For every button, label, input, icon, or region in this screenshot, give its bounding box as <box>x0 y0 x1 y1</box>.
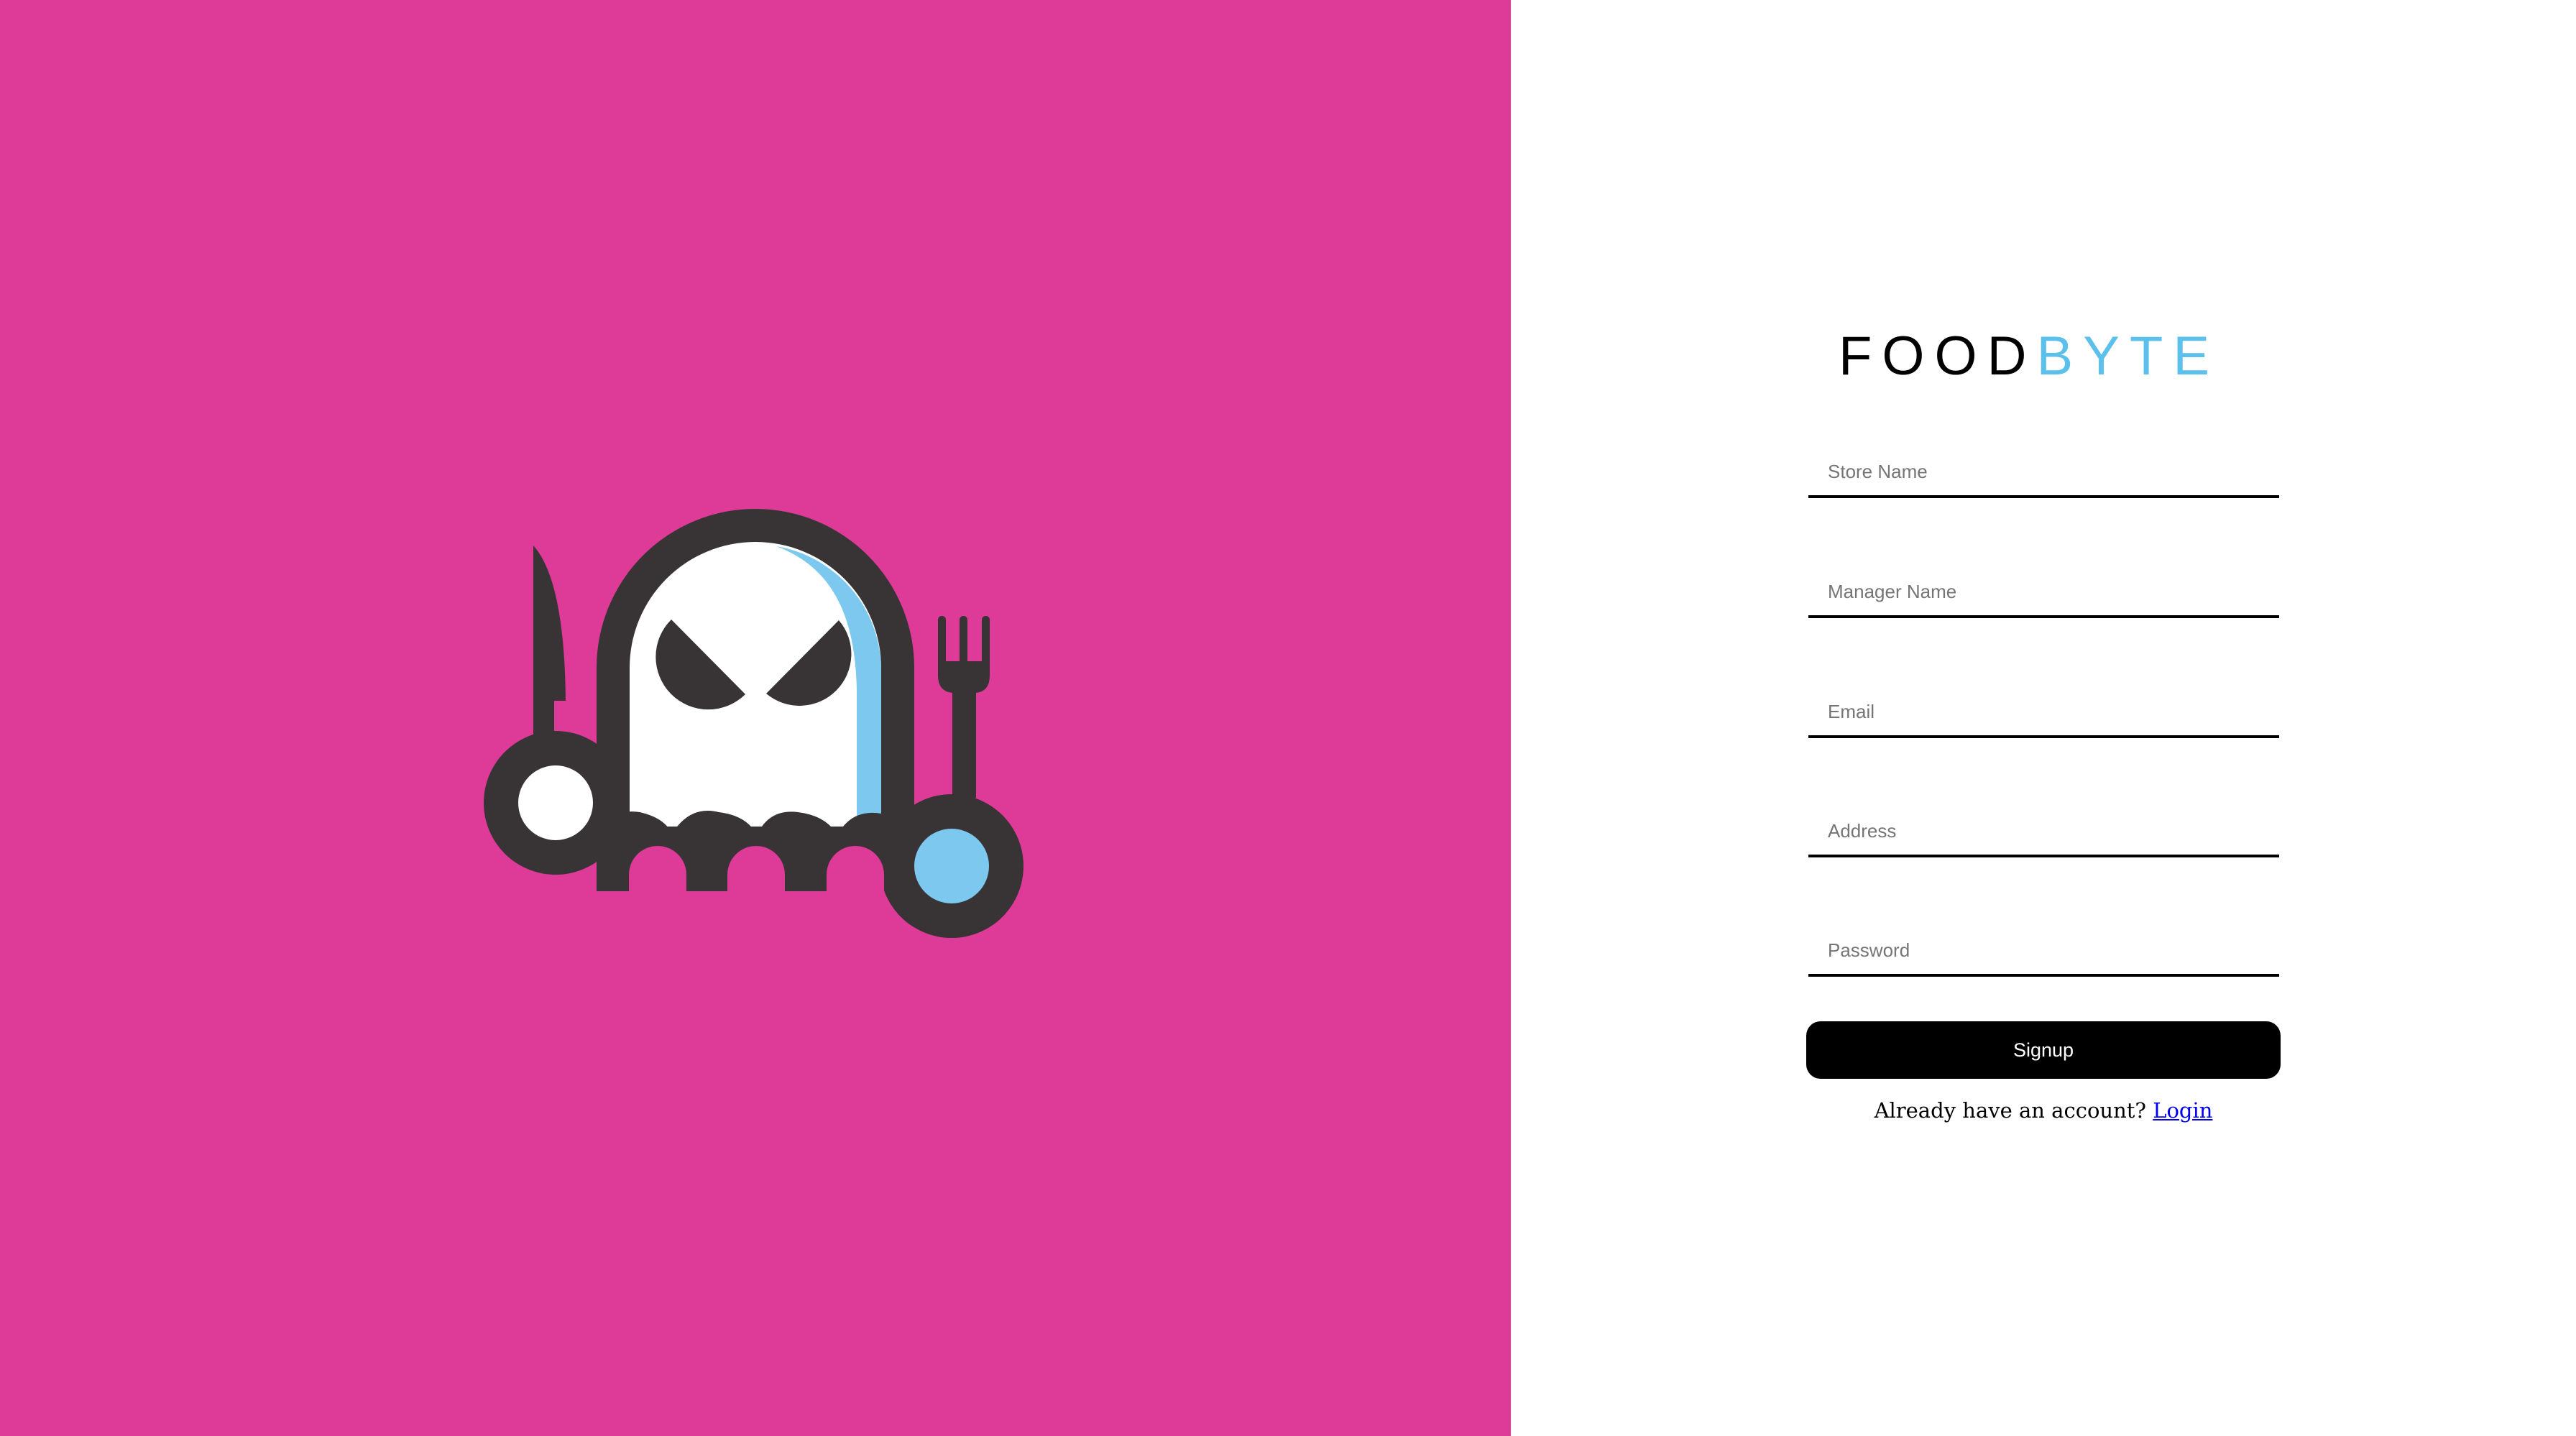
address-input[interactable] <box>1808 807 2279 855</box>
login-prompt-text: Already have an account? <box>1874 1098 2146 1123</box>
store-name-input[interactable] <box>1808 448 2279 495</box>
brand-logo: FOODBYTE <box>1839 325 2247 388</box>
password-field <box>1808 926 2279 977</box>
address-field <box>1808 807 2279 857</box>
store-name-field <box>1808 448 2279 498</box>
brand-logo-food: FOOD <box>1839 326 2037 387</box>
login-link[interactable]: Login <box>2153 1098 2212 1123</box>
hero-panel <box>0 0 1511 1436</box>
knife-icon <box>533 546 566 740</box>
ghost-body <box>597 509 914 891</box>
email-field <box>1808 688 2279 738</box>
login-prompt: Already have an account? Login <box>1806 1098 2281 1123</box>
signup-button[interactable]: Signup <box>1806 1021 2281 1079</box>
password-input[interactable] <box>1808 926 2279 974</box>
ghost-mascot-logo <box>484 509 1024 938</box>
brand-logo-byte: BYTE <box>2036 326 2220 387</box>
manager-name-input[interactable] <box>1808 568 2279 615</box>
manager-name-field <box>1808 568 2279 618</box>
fork-icon <box>938 616 990 798</box>
email-input[interactable] <box>1808 688 2279 735</box>
